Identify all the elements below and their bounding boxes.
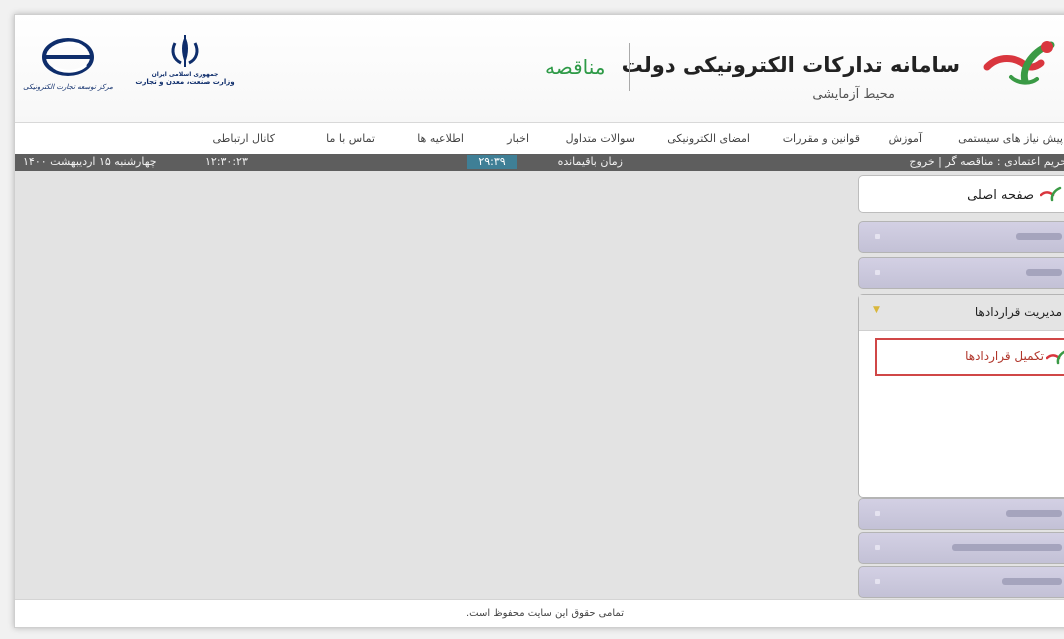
sidebar-panel-3[interactable] <box>858 498 1064 530</box>
ministry-country: جمهوری اسلامی ایران <box>151 71 219 78</box>
complete-contracts-label: تکمیل قراردادها <box>965 349 1044 363</box>
contracts-panel-label: مدیریت قراردادها <box>974 305 1062 319</box>
blurred-label <box>1006 510 1062 517</box>
expand-icon <box>875 511 880 516</box>
ecommerce-center-logo: مرکز توسعه تجارت الکترونیکی <box>23 37 113 117</box>
nav-news[interactable]: اخبار <box>507 132 529 145</box>
ministry-name: وزارت صنعت، معدن و تجارت <box>135 78 235 86</box>
sidebar-home-label: صفحه اصلی <box>967 188 1034 203</box>
date: چهارشنبه ۱۵ اردیبهشت ۱۴۰۰ <box>23 155 157 168</box>
main-nav: پیش نیاز های سیستمی آموزش قوانین و مقررا… <box>15 122 1064 155</box>
center-name: مرکز توسعه تجارت الکترونیکی <box>23 83 113 91</box>
sidebar-panel-1[interactable] <box>858 221 1064 253</box>
status-bar: حریم اعتمادی : مناقصه گر | خروج زمان باق… <box>15 154 1064 171</box>
contracts-panel-header[interactable]: مدیریت قراردادها ▼ <box>859 295 1064 331</box>
site-footer: تمامی حقوق این سایت محفوظ است. <box>15 599 1064 627</box>
environment-label: محیط آزمایشی <box>812 87 895 102</box>
nav-faq[interactable]: سوالات متداول <box>566 132 635 145</box>
section-title: مناقصه <box>545 55 606 79</box>
nav-prerequisites[interactable]: پیش نیاز های سیستمی <box>958 132 1063 145</box>
nav-laws[interactable]: قوانین و مقررات <box>783 132 860 145</box>
setad-mini-icon <box>1046 350 1064 365</box>
expand-icon <box>875 545 880 550</box>
nav-channel[interactable]: کانال ارتباطی <box>212 132 275 145</box>
blurred-label <box>1016 233 1062 240</box>
sidebar-home[interactable]: صفحه اصلی <box>858 175 1064 213</box>
globe-e-icon <box>42 38 94 76</box>
complete-contracts-item[interactable]: تکمیل قراردادها <box>875 338 1064 376</box>
blurred-label <box>1026 269 1062 276</box>
setad-logo[interactable] <box>981 37 1059 89</box>
sidebar-panel-2[interactable] <box>858 257 1064 289</box>
ministry-logo: جمهوری اسلامی ایران وزارت صنعت، معدن و ت… <box>135 33 235 113</box>
user-info[interactable]: حریم اعتمادی : مناقصه گر | خروج <box>909 155 1064 168</box>
system-title: سامانه تدارکات الکترونیکی دولت <box>621 53 960 77</box>
title-divider <box>629 43 630 91</box>
browser-page: سامانه تدارکات الکترونیکی دولت محیط آزما… <box>14 14 1064 628</box>
nav-announcements[interactable]: اطلاعیه ها <box>417 132 464 145</box>
nav-training[interactable]: آموزش <box>889 132 922 145</box>
sidebar-panel-4[interactable] <box>858 532 1064 564</box>
copyright-text: تمامی حقوق این سایت محفوظ است. <box>465 608 624 619</box>
expand-icon <box>875 270 880 275</box>
nav-e-signature[interactable]: امضای الکترونیکی <box>667 132 750 145</box>
sidebar-panel-contracts: مدیریت قراردادها ▼ تکمیل قراردادها <box>858 294 1064 498</box>
expand-icon <box>875 234 880 239</box>
blurred-label <box>952 544 1062 551</box>
blurred-label <box>1002 578 1062 585</box>
time-remaining-label: زمان باقیمانده <box>557 155 623 168</box>
iran-emblem-icon <box>171 35 199 67</box>
setad-mini-icon <box>1040 186 1062 202</box>
nav-contact[interactable]: تماس با ما <box>326 132 375 145</box>
sidebar-panel-5[interactable] <box>858 566 1064 598</box>
site-header: سامانه تدارکات الکترونیکی دولت محیط آزما… <box>15 15 1064 122</box>
session-timer: ۲۹:۳۹ <box>467 155 517 169</box>
collapse-arrow-icon: ▼ <box>873 305 880 315</box>
expand-icon <box>875 579 880 584</box>
clock: ۱۲:۳۰:۲۳ <box>205 155 248 168</box>
